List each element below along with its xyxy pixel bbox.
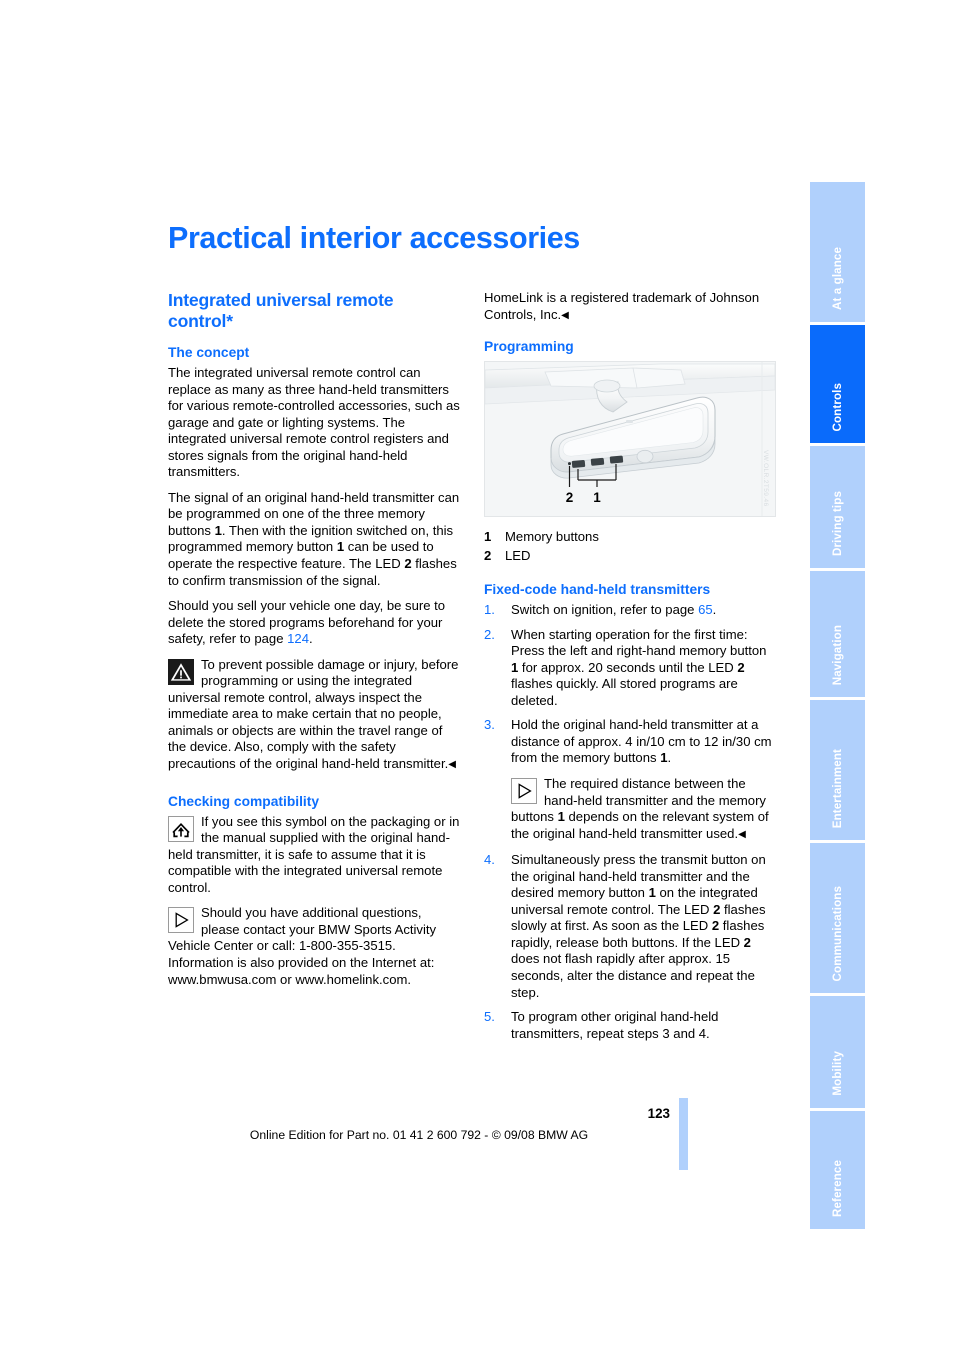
sidebar-tab-mobility[interactable]: Mobility	[810, 996, 865, 1108]
text-run: Switch on ignition, refer to page	[511, 602, 699, 618]
right-column: HomeLink is a registered trademark of Jo…	[484, 290, 776, 1050]
sidebar-tab-label: Navigation	[831, 624, 844, 685]
subheading-fixed-code-transmitters: Fixed-code hand-held transmitters	[484, 582, 711, 598]
concept-paragraph-3: Should you sell your vehicle one day, be…	[168, 598, 460, 648]
figure-watermark: VW.OLR.2T59.46	[762, 449, 769, 507]
bold-ref-2: 2	[743, 934, 751, 950]
text-run: .	[308, 631, 313, 647]
bold-ref-1: 1	[557, 809, 565, 825]
sidebar-tab-label: Reference	[831, 1160, 844, 1217]
step-text: Hold the original hand-held transmitter …	[511, 717, 772, 765]
text-run: does not flash rapidly after approx. 15 …	[511, 951, 755, 1000]
svg-text:2: 2	[566, 490, 574, 505]
legend-label: LED	[505, 548, 531, 564]
step-number: 4.	[484, 852, 495, 868]
legend-item: 1 Memory buttons	[484, 527, 776, 546]
sidebar-tab-label: Communications	[831, 885, 844, 981]
page-title: Practical interior accessories	[168, 221, 580, 255]
end-of-note-marker: ◀	[448, 759, 456, 771]
warning-note: To prevent possible damage or injury, be…	[168, 657, 460, 774]
bold-ref-2: 2	[737, 659, 745, 675]
step-text: When starting operation for the first ti…	[511, 627, 766, 708]
page-number: 123	[647, 1106, 670, 1121]
page-cross-reference-124[interactable]: 124	[287, 631, 309, 646]
sidebar-tab-reference[interactable]: Reference	[810, 1111, 865, 1229]
step-number: 1.	[484, 602, 495, 618]
warning-triangle-icon	[168, 658, 194, 685]
bold-ref-2: 2	[404, 556, 412, 572]
page-cross-reference-65[interactable]: 65	[698, 602, 713, 617]
text-run: for approx. 20 seconds until the LED	[518, 659, 738, 675]
step-number: 5.	[484, 1009, 495, 1025]
svg-text:1: 1	[593, 490, 601, 505]
fixed-code-steps-list: 1. Switch on ignition, refer to page 65.…	[484, 602, 776, 1042]
sidebar-tab-label: Controls	[831, 382, 844, 431]
bold-ref-1: 1	[648, 885, 656, 901]
step-text: To program other original hand-held tran…	[511, 1009, 719, 1041]
legend-number: 1	[484, 529, 492, 545]
legend-number: 2	[484, 548, 492, 564]
legend-item: 2 LED	[484, 546, 776, 565]
manual-page: Practical interior accessories Integrate…	[0, 0, 954, 1350]
figure-legend: 1 Memory buttons 2 LED	[484, 527, 776, 565]
trademark-paragraph: HomeLink is a registered trademark of Jo…	[484, 290, 776, 324]
text-run: Hold the original hand-held transmitter …	[511, 717, 772, 766]
step-item: 5. To program other original hand-held t…	[484, 1009, 776, 1042]
rear-view-mirror-figure: 2 1 VW.OLR.2T59.46	[484, 361, 776, 518]
subheading-checking-compatibility: Checking compatibility	[168, 793, 320, 809]
sidebar-tab-label: Entertainment	[831, 748, 844, 828]
step-item: 3. Hold the original hand-held transmitt…	[484, 717, 776, 843]
left-column: Integrated universal remote control* The…	[168, 290, 460, 997]
step-text: Switch on ignition, refer to page 65.	[511, 602, 716, 617]
sidebar-tab-navigation[interactable]: Navigation	[810, 571, 865, 697]
legend-label: Memory buttons	[505, 529, 599, 545]
sidebar-tab-at-a-glance[interactable]: At a glance	[810, 182, 865, 322]
text-run: flashes quickly. All stored programs are…	[511, 676, 738, 708]
step-item: 1. Switch on ignition, refer to page 65.	[484, 602, 776, 619]
info-triangle-icon	[168, 907, 194, 934]
concept-paragraph-2: The signal of an original hand-held tran…	[168, 490, 460, 589]
sidebar-tab-communications[interactable]: Communications	[810, 843, 865, 993]
warning-note-text: To prevent possible damage or injury, be…	[168, 656, 459, 772]
sidebar-tab-driving-tips[interactable]: Driving tips	[810, 446, 865, 568]
contact-info-note-text: Should you have additional questions, pl…	[168, 905, 437, 987]
concept-paragraph-1: The integrated universal remote control …	[168, 365, 460, 480]
end-of-note-marker: ◀	[738, 828, 746, 840]
step-number: 2.	[484, 626, 495, 642]
step-number: 3.	[484, 717, 495, 733]
contact-info-note: Should you have additional questions, pl…	[168, 905, 460, 988]
section-heading-integrated-remote: Integrated universal remote control*	[168, 290, 394, 331]
text-run: .	[712, 602, 717, 618]
text-run: HomeLink is a registered trademark of Jo…	[484, 290, 760, 322]
subheading-programming: Programming	[484, 339, 574, 355]
text-run: .	[667, 750, 672, 766]
step-text: Simultaneously press the transmit button…	[511, 852, 766, 999]
homelink-house-icon	[168, 815, 194, 842]
sidebar-tab-label: Driving tips	[831, 491, 844, 556]
footer-accent-bar	[679, 1098, 688, 1170]
sidebar-tab-label: Mobility	[831, 1051, 844, 1096]
end-of-note-marker: ◀	[561, 309, 569, 321]
compatibility-note: If you see this symbol on the packaging …	[168, 814, 460, 897]
compatibility-note-text: If you see this symbol on the packaging …	[168, 813, 460, 895]
footer-edition-text: Online Edition for Part no. 01 41 2 600 …	[249, 1128, 589, 1142]
text-run: When starting operation for the first ti…	[511, 626, 767, 659]
step-item: 2. When starting operation for the first…	[484, 627, 776, 710]
step-info-note: The required distance between the hand-h…	[511, 776, 776, 843]
step-item: 4. Simultaneously press the transmit but…	[484, 852, 776, 1001]
info-triangle-icon	[511, 778, 537, 805]
bold-ref-1: 1	[214, 522, 222, 538]
chapter-tab-rail: At a glance Controls Driving tips Naviga…	[810, 182, 865, 1232]
sidebar-tab-label: At a glance	[831, 247, 844, 310]
sidebar-tab-controls[interactable]: Controls	[810, 325, 865, 443]
subheading-the-concept: The concept	[168, 345, 250, 360]
sidebar-tab-entertainment[interactable]: Entertainment	[810, 700, 865, 840]
